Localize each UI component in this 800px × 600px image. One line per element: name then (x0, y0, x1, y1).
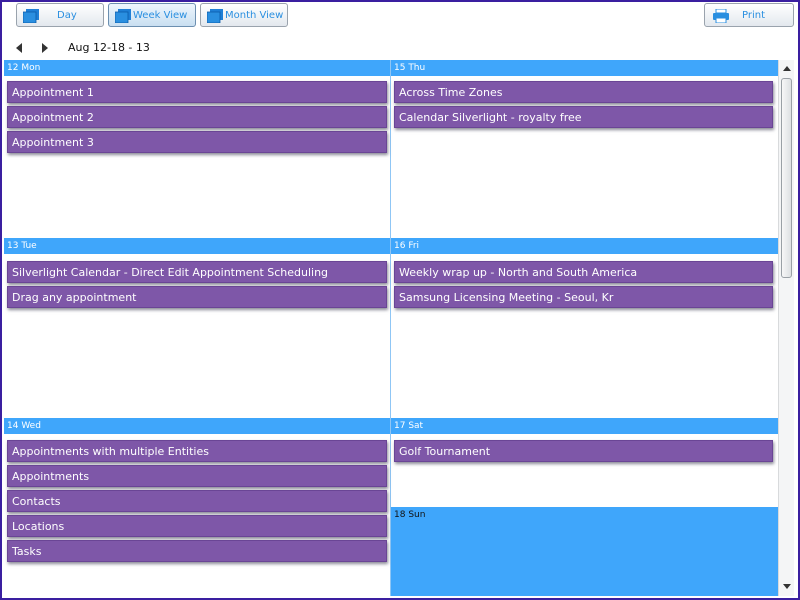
previous-week-button[interactable] (12, 40, 26, 56)
print-button[interactable]: Print (704, 3, 794, 27)
day-header: 16 Fri (391, 238, 778, 254)
day-cell-tuesday[interactable]: 13 Tue Silverlight Calendar - Direct Edi… (4, 238, 390, 418)
calendar-icon (115, 9, 131, 23)
print-label: Print (742, 10, 766, 21)
day-header: 14 Wed (4, 418, 390, 434)
appointment-item[interactable]: Across Time Zones (394, 81, 773, 103)
vertical-scrollbar[interactable] (778, 60, 794, 596)
month-view-label: Month View (225, 10, 284, 21)
appointment-item[interactable]: Silverlight Calendar - Direct Edit Appoi… (7, 261, 387, 283)
day-view-label: Day (57, 10, 77, 21)
week-view-label: Week View (133, 10, 188, 21)
printer-icon (713, 9, 729, 23)
appointment-item[interactable]: Appointment 1 (7, 81, 387, 103)
day-view-button[interactable]: Day (16, 3, 104, 27)
arrow-left-icon (16, 43, 22, 53)
day-cell-wednesday[interactable]: 14 Wed Appointments with multiple Entiti… (4, 418, 390, 596)
appointment-item[interactable]: Appointments with multiple Entities (7, 440, 387, 462)
day-cell-friday[interactable]: 16 Fri Weekly wrap up - North and South … (391, 238, 778, 418)
day-cell-sunday[interactable]: 18 Sun (391, 507, 778, 596)
appointment-item[interactable]: Locations (7, 515, 387, 537)
scrollbar-thumb[interactable] (781, 78, 792, 278)
day-header: 18 Sun (391, 507, 778, 523)
calendar-icon (23, 9, 39, 23)
scroll-down-icon[interactable] (783, 584, 791, 589)
appointment-item[interactable]: Appointment 3 (7, 131, 387, 153)
appointment-item[interactable]: Golf Tournament (394, 440, 773, 462)
day-header: 12 Mon (4, 60, 390, 76)
month-view-button[interactable]: Month View (200, 3, 288, 27)
day-cell-saturday[interactable]: 17 Sat Golf Tournament (391, 418, 778, 507)
appointment-item[interactable]: Drag any appointment (7, 286, 387, 308)
day-header: 13 Tue (4, 238, 390, 254)
next-week-button[interactable] (38, 40, 52, 56)
toolbar: Day Week View Month View Print (0, 0, 800, 34)
appointment-item[interactable]: Calendar Silverlight - royalty free (394, 106, 773, 128)
day-cell-thursday[interactable]: 15 Thu Across Time Zones Calendar Silver… (391, 60, 778, 238)
week-grid: 12 Mon Appointment 1 Appointment 2 Appoi… (4, 60, 780, 596)
appointment-item[interactable]: Samsung Licensing Meeting - Seoul, Kr (394, 286, 773, 308)
week-view-button[interactable]: Week View (108, 3, 196, 27)
appointment-item[interactable]: Appointments (7, 465, 387, 487)
appointment-item[interactable]: Contacts (7, 490, 387, 512)
day-cell-monday[interactable]: 12 Mon Appointment 1 Appointment 2 Appoi… (4, 60, 390, 238)
date-range: Aug 12-18 - 13 (68, 41, 150, 54)
appointment-item[interactable]: Appointment 2 (7, 106, 387, 128)
scroll-up-icon[interactable] (783, 66, 791, 71)
appointment-item[interactable]: Weekly wrap up - North and South America (394, 261, 773, 283)
arrow-right-icon (42, 43, 48, 53)
day-header: 17 Sat (391, 418, 778, 434)
appointment-item[interactable]: Tasks (7, 540, 387, 562)
day-header: 15 Thu (391, 60, 778, 76)
calendar-icon (207, 9, 223, 23)
